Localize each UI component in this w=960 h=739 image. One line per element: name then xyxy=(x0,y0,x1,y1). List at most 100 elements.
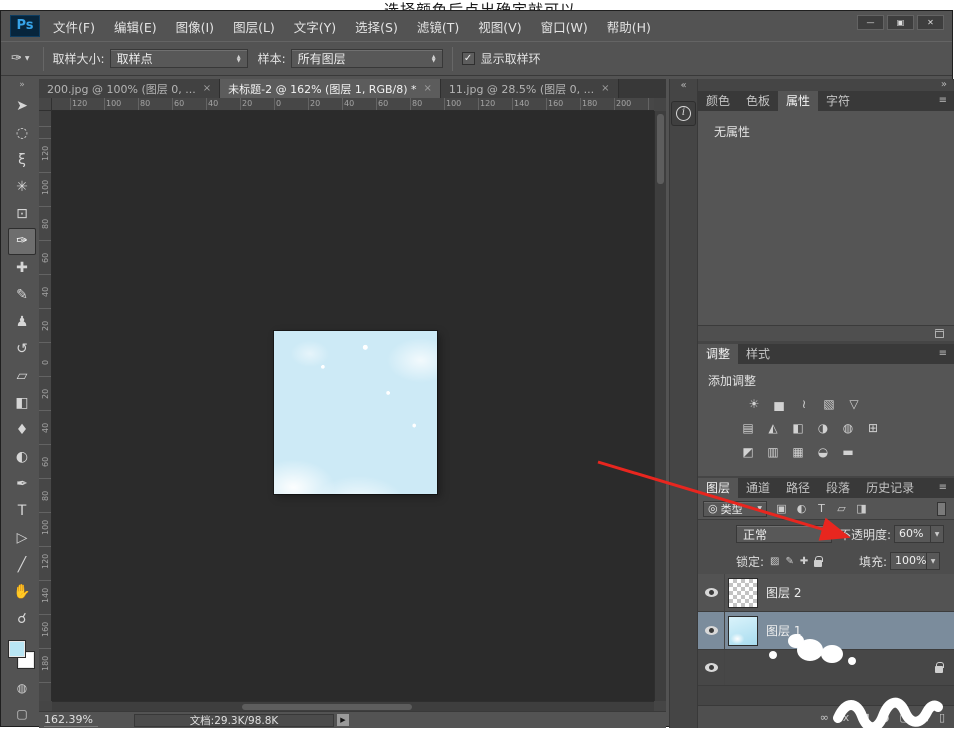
panel-tab[interactable]: 历史记录 xyxy=(858,478,922,498)
new-adjustment-icon[interactable]: ◑ xyxy=(880,711,890,724)
panel-tab[interactable]: 通道 xyxy=(738,478,778,498)
close-tab-icon[interactable]: × xyxy=(203,83,211,94)
layer-thumbnail[interactable] xyxy=(728,578,758,608)
layer-name[interactable]: 图层 1 xyxy=(766,622,801,639)
filter-kind-icon[interactable]: ▱ xyxy=(835,502,848,515)
sample-dropdown[interactable]: 所有图层 ▲▼ xyxy=(291,49,443,68)
panel-tab[interactable]: 颜色 xyxy=(698,91,738,111)
filter-kind-icon[interactable]: ▣ xyxy=(775,502,788,515)
adjustment-icon[interactable]: ◭ xyxy=(763,419,783,437)
path-selection-tool[interactable]: ▷ xyxy=(8,525,36,552)
history-brush-tool[interactable]: ↺ xyxy=(8,336,36,363)
eraser-tool[interactable]: ▱ xyxy=(8,363,36,390)
info-panel-button[interactable]: i xyxy=(671,101,696,126)
document-tab[interactable]: 未标题-2 @ 162% (图层 1, RGB/8) * × xyxy=(220,79,441,98)
quick-selection-tool[interactable]: ✳ xyxy=(8,174,36,201)
marquee-tool[interactable]: ◌ xyxy=(8,120,36,147)
lasso-tool[interactable]: ξ xyxy=(8,147,36,174)
toolbar-collapse-icon[interactable]: » xyxy=(6,79,38,91)
close-tab-icon[interactable]: × xyxy=(601,83,609,94)
adjustment-icon[interactable]: ▥ xyxy=(763,443,783,461)
opacity-value-field[interactable]: 60% xyxy=(894,525,931,543)
link-layers-icon[interactable]: ∞ xyxy=(820,711,829,724)
canvas-viewport[interactable] xyxy=(52,111,654,701)
adjustment-icon[interactable]: ☀ xyxy=(744,395,764,413)
lock-all-icon[interactable] xyxy=(814,560,822,567)
brush-tool[interactable]: ✎ xyxy=(8,282,36,309)
move-tool[interactable]: ➤ xyxy=(8,93,36,120)
menu-item[interactable]: 帮助(H) xyxy=(607,17,651,36)
screen-mode-icon[interactable]: ▢ xyxy=(8,703,36,725)
panel-tab[interactable]: 调整 xyxy=(698,344,738,364)
filter-toggle[interactable] xyxy=(937,502,946,516)
filter-kind-icon[interactable]: ◐ xyxy=(795,502,808,515)
restore-button[interactable]: ▣ xyxy=(887,15,914,30)
eyedropper-tool[interactable]: ✑ xyxy=(8,228,36,255)
layer-name[interactable]: 图层 2 xyxy=(766,584,801,601)
blend-mode-dropdown[interactable]: 正常 ▲▼ xyxy=(736,525,832,543)
visibility-toggle[interactable] xyxy=(698,650,725,685)
adjustment-icon[interactable]: ▧ xyxy=(819,395,839,413)
zoom-level-field[interactable]: 162.39% xyxy=(44,713,98,727)
new-layer-icon[interactable]: ⊞ xyxy=(920,711,929,724)
zoom-tool[interactable]: ☌ xyxy=(8,606,36,633)
lock-option-icon[interactable]: ✎ xyxy=(786,556,794,567)
panel-menu-icon[interactable]: ≡ xyxy=(939,478,947,498)
layer-style-icon[interactable]: fx xyxy=(839,711,849,724)
delete-layer-icon[interactable]: ▯ xyxy=(939,711,945,724)
healing-brush-tool[interactable]: ✚ xyxy=(8,255,36,282)
layer-row[interactable]: 图层 2 xyxy=(698,574,954,612)
adjustment-icon[interactable]: ▦ xyxy=(788,443,808,461)
panel-tab[interactable]: 段落 xyxy=(818,478,858,498)
vertical-scrollbar[interactable] xyxy=(654,111,666,701)
panel-menu-icon[interactable]: ≡ xyxy=(939,344,947,364)
sample-size-dropdown[interactable]: 取样点 ▲▼ xyxy=(110,49,248,68)
filter-type-dropdown[interactable]: ◎ 类型 ▼ xyxy=(703,501,767,517)
crop-tool[interactable]: ⊡ xyxy=(8,201,36,228)
close-button[interactable]: ✕ xyxy=(917,15,944,30)
scrollbar-thumb[interactable] xyxy=(242,704,412,710)
menu-item[interactable]: 窗口(W) xyxy=(541,17,588,36)
gradient-tool[interactable]: ◧ xyxy=(8,390,36,417)
menu-item[interactable]: 滤镜(T) xyxy=(417,17,459,36)
filter-kind-icon[interactable]: T xyxy=(815,502,828,515)
adjustment-icon[interactable]: ◒ xyxy=(813,443,833,461)
layer-row-background[interactable] xyxy=(698,650,954,686)
adjustment-icon[interactable]: ▤ xyxy=(738,419,758,437)
shape-tool[interactable]: ╱ xyxy=(8,552,36,579)
blur-tool[interactable]: ♦ xyxy=(8,417,36,444)
adjustment-icon[interactable]: ◍ xyxy=(838,419,858,437)
adjustment-icon[interactable]: ≀ xyxy=(794,395,814,413)
panel-menu-icon[interactable]: ≡ xyxy=(939,91,947,111)
filter-kind-icon[interactable]: ◨ xyxy=(855,502,868,515)
panel-tab[interactable]: 属性 xyxy=(778,91,818,111)
menu-item[interactable]: 文件(F) xyxy=(53,17,95,36)
dodge-tool[interactable]: ◐ xyxy=(8,444,36,471)
hand-tool[interactable]: ✋ xyxy=(8,579,36,606)
panel-tab[interactable]: 色板 xyxy=(738,91,778,111)
visibility-toggle[interactable] xyxy=(698,612,725,649)
add-mask-icon[interactable]: ◨ xyxy=(859,711,869,724)
clone-stamp-tool[interactable]: ♟ xyxy=(8,309,36,336)
lock-option-icon[interactable]: ✚ xyxy=(800,556,808,567)
panel-tab[interactable]: 路径 xyxy=(778,478,818,498)
chevron-down-icon[interactable]: ▼ xyxy=(927,552,940,570)
adjustment-icon[interactable]: ◧ xyxy=(788,419,808,437)
panel-tab[interactable]: 字符 xyxy=(818,91,858,111)
menu-item[interactable]: 图像(I) xyxy=(176,17,214,36)
adjustment-icon[interactable]: ▽ xyxy=(844,395,864,413)
expand-panels-icon[interactable]: « xyxy=(670,79,697,92)
tool-preset-picker[interactable]: ✑ ▼ xyxy=(11,51,30,66)
menu-item[interactable]: 视图(V) xyxy=(478,17,521,36)
minimize-button[interactable]: — xyxy=(857,15,884,30)
layer-thumbnail[interactable] xyxy=(728,616,758,646)
menu-item[interactable]: 选择(S) xyxy=(355,17,398,36)
menu-item[interactable]: 编辑(E) xyxy=(114,17,157,36)
canvas-image[interactable] xyxy=(274,331,437,494)
adjustment-icon[interactable]: ▅ xyxy=(769,395,789,413)
adjustment-icon[interactable]: ⊞ xyxy=(863,419,883,437)
chevron-down-icon[interactable]: ▼ xyxy=(931,525,944,543)
visibility-toggle[interactable] xyxy=(698,574,725,611)
menu-item[interactable]: 图层(L) xyxy=(233,17,275,36)
panel-tab[interactable]: 样式 xyxy=(738,344,778,364)
